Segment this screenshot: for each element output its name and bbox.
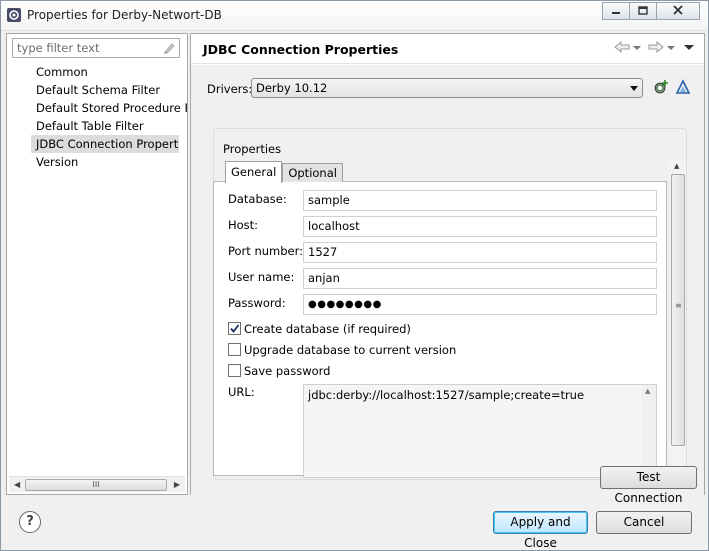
new-driver-icon[interactable] — [653, 79, 669, 98]
sidebar-item-common[interactable]: Common — [7, 63, 187, 81]
user-name-label: User name: — [228, 270, 295, 284]
properties-tabs: General Optional — [225, 161, 343, 183]
port-number-label: Port number: — [228, 244, 304, 258]
host-field[interactable]: localhost — [303, 216, 657, 237]
tab-optional[interactable]: Optional — [282, 163, 343, 182]
test-connection-button[interactable]: Test Connection — [600, 466, 697, 505]
edit-driver-icon[interactable] — [675, 79, 691, 98]
title-bar: Properties for Derby-Networt-DB — [1, 1, 708, 31]
filter-box — [12, 38, 180, 58]
forward-dropdown-icon[interactable] — [667, 41, 675, 56]
page-content: Drivers: Derby 10.12 Properties Database… — [191, 65, 704, 495]
scroll-up-icon[interactable]: ▲ — [645, 387, 650, 395]
properties-vertical-scrollbar[interactable]: ▲ ≡ ▼ — [670, 160, 686, 478]
sidebar-item-default-table-filter[interactable]: Default Table Filter — [7, 117, 187, 135]
forward-arrow-icon[interactable] — [648, 40, 664, 56]
sidebar-nav: Common Default Schema Filter Default Sto… — [7, 63, 187, 171]
scroll-right-icon[interactable]: ▶ — [174, 480, 180, 489]
clear-filter-icon[interactable] — [162, 41, 176, 58]
url-label: URL: — [228, 385, 255, 399]
sidebar-item-jdbc-connection-properties[interactable]: JDBC Connection Propertie — [31, 135, 179, 153]
close-button[interactable] — [656, 2, 700, 20]
sidebar-item-default-schema-filter[interactable]: Default Schema Filter — [7, 81, 187, 99]
properties-group-label: Properties — [221, 142, 284, 156]
help-button[interactable]: ? — [19, 511, 41, 533]
create-database-label: Create database (if required) — [244, 322, 411, 336]
window-title: Properties for Derby-Networt-DB — [27, 8, 222, 22]
sidebar-horizontal-scrollbar[interactable]: ◀ III ▶ — [9, 476, 185, 492]
grip-icon: ≡ — [675, 301, 682, 310]
properties-dialog: Properties for Derby-Networt-DB Common D… — [0, 0, 709, 551]
scroll-up-icon[interactable]: ▲ — [674, 162, 679, 170]
scroll-left-icon[interactable]: ◀ — [14, 480, 20, 489]
chevron-down-icon — [630, 86, 638, 91]
page-panel: JDBC Connection Properties Drivers: Derb… — [190, 33, 705, 495]
general-tab-panel: Database: sample Host: localhost Port nu… — [213, 181, 667, 478]
url-field[interactable]: jdbc:derby://localhost:1527/sample;creat… — [303, 384, 657, 478]
drivers-label: Drivers: — [207, 82, 253, 96]
maximize-button[interactable] — [629, 2, 657, 20]
database-label: Database: — [228, 192, 287, 206]
upgrade-database-label: Upgrade database to current version — [244, 343, 457, 357]
apply-and-close-button[interactable]: Apply and Close — [493, 511, 588, 550]
sidebar: Common Default Schema Filter Default Sto… — [6, 33, 188, 495]
filter-input[interactable] — [13, 39, 153, 57]
close-icon — [673, 4, 683, 18]
back-dropdown-icon[interactable] — [633, 41, 641, 56]
sidebar-item-version[interactable]: Version — [7, 153, 187, 171]
scrollbar-thumb[interactable]: ≡ — [671, 174, 685, 446]
scrollbar-thumb[interactable]: III — [25, 479, 167, 491]
upgrade-database-checkbox[interactable] — [228, 343, 241, 356]
create-database-checkbox[interactable] — [228, 322, 241, 335]
database-field[interactable]: sample — [303, 190, 657, 211]
help-icon: ? — [26, 514, 34, 529]
url-value: jdbc:derby://localhost:1527/sample;creat… — [308, 388, 585, 402]
back-arrow-icon[interactable] — [614, 40, 630, 56]
cancel-button[interactable]: Cancel — [596, 511, 692, 534]
drivers-select[interactable]: Derby 10.12 — [251, 78, 643, 98]
password-label: Password: — [228, 296, 286, 310]
url-scrollbar[interactable]: ▲ ▼ — [642, 385, 656, 477]
save-password-checkbox[interactable] — [228, 364, 241, 377]
save-password-label: Save password — [244, 364, 331, 378]
password-field[interactable]: ●●●●●●●● — [303, 294, 657, 315]
view-menu-icon[interactable] — [684, 41, 694, 56]
port-number-field[interactable]: 1527 — [303, 242, 657, 263]
page-nav-tools — [614, 40, 694, 56]
page-header: JDBC Connection Properties — [191, 34, 704, 64]
host-label: Host: — [228, 218, 259, 232]
user-name-field[interactable]: anjan — [303, 268, 657, 289]
page-title: JDBC Connection Properties — [203, 42, 399, 57]
tab-general[interactable]: General — [225, 161, 283, 183]
eclipse-app-icon — [6, 7, 22, 23]
sidebar-item-default-stored-procedure-filter[interactable]: Default Stored Procedure F — [7, 99, 187, 117]
minimize-button[interactable] — [602, 2, 630, 20]
drivers-selected-value: Derby 10.12 — [256, 81, 328, 95]
maximize-icon — [638, 4, 648, 18]
minimize-icon — [611, 4, 621, 18]
